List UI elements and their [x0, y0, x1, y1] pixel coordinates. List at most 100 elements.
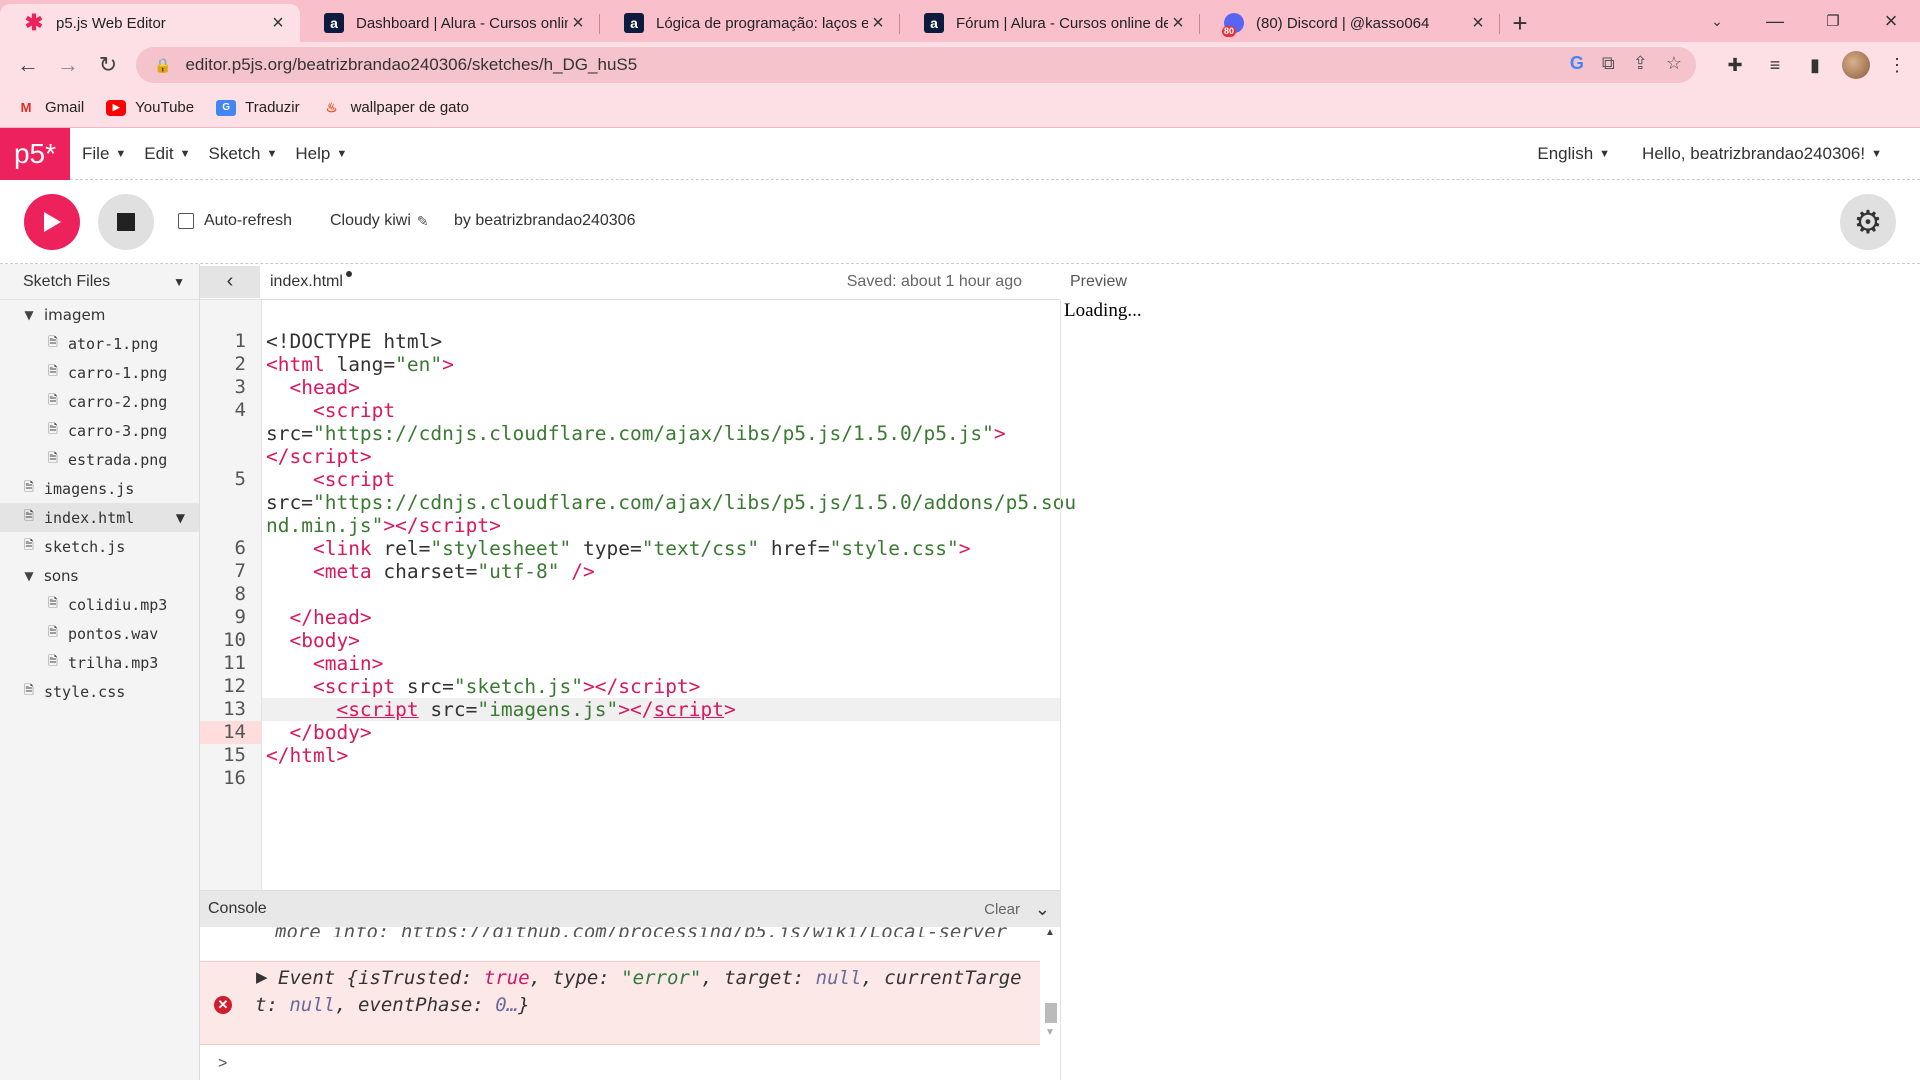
console-scrollbar[interactable]: ▲ ▼: [1040, 927, 1060, 1045]
google-icon[interactable]: G: [1570, 53, 1584, 74]
line-number: 4: [234, 399, 246, 421]
stop-icon: [117, 213, 135, 231]
file-label: imagem: [44, 305, 106, 324]
fire-icon: ♨: [325, 99, 338, 115]
editor-filename: index.html: [270, 270, 352, 291]
side-panel-icon[interactable]: ▮: [1802, 52, 1828, 78]
auto-refresh-toggle[interactable]: Auto-refresh: [178, 212, 292, 230]
tab-alura-dashboard[interactable]: a Dashboard | Alura - Cursos online ×: [300, 4, 600, 42]
file-item[interactable]: 🗎 ator-1.png: [0, 329, 199, 358]
caret-down-icon[interactable]: ▼: [173, 275, 185, 289]
menu-label: Sketch: [208, 143, 261, 163]
restore-icon[interactable]: ❐: [1804, 0, 1862, 42]
chevron-down-icon[interactable]: ⌄: [1035, 899, 1050, 920]
file-item-selected[interactable]: 🗎 index.html ▼: [0, 503, 199, 532]
tab-alura-forum[interactable]: a Fórum | Alura - Cursos online de ×: [900, 4, 1200, 42]
file-item[interactable]: 🗎 style.css: [0, 677, 199, 706]
close-tab-icon[interactable]: ×: [1468, 13, 1488, 33]
bookmark-youtube[interactable]: ▶ YouTube: [106, 99, 194, 116]
extensions-puzzle-icon[interactable]: ✚: [1722, 52, 1748, 78]
bookmark-star-icon[interactable]: ☆: [1666, 53, 1682, 74]
code-line: <html lang="en">: [266, 353, 454, 376]
close-tab-icon[interactable]: ×: [868, 13, 888, 33]
console-prompt[interactable]: >: [218, 1055, 227, 1073]
new-tab-button[interactable]: +: [1500, 4, 1540, 42]
bookmark-wallpaper[interactable]: ♨ wallpaper de gato: [322, 99, 469, 116]
folder-item[interactable]: ▼ sons: [0, 561, 199, 590]
user-menu[interactable]: Hello, beatrizbrandao240306! ▼: [1642, 144, 1882, 164]
sketch-name[interactable]: Cloudy kiwi ✎: [330, 212, 429, 230]
auto-refresh-checkbox[interactable]: [178, 213, 194, 229]
file-item[interactable]: 🗎 sketch.js: [0, 532, 199, 561]
reload-icon[interactable]: ↻: [90, 47, 126, 83]
folder-item[interactable]: ▼ imagem: [0, 300, 199, 329]
language-menu[interactable]: English ▼: [1537, 144, 1610, 164]
bookmark-traduzir[interactable]: G Traduzir: [216, 99, 300, 116]
file-item[interactable]: 🗎 carro-2.png: [0, 387, 199, 416]
close-tab-icon[interactable]: ×: [1168, 13, 1188, 33]
scroll-up-icon[interactable]: ▲: [1045, 927, 1055, 938]
file-item[interactable]: 🗎 imagens.js: [0, 474, 199, 503]
expand-triangle-icon[interactable]: ▶: [256, 968, 268, 986]
address-bar-row: ← → ↻ 🔒 editor.p5js.org/beatrizbrandao24…: [0, 42, 1920, 88]
line-number: 11: [223, 652, 246, 674]
line-number-current: 13: [223, 698, 246, 720]
bookmarks-bar: M Gmail ▶ YouTube G Traduzir ♨ wallpaper…: [0, 88, 1920, 128]
sketch-files-header[interactable]: Sketch Files ▼: [0, 264, 199, 300]
code-line: </head>: [289, 606, 372, 629]
line-number-gutter: 1 2 3 4 5 6 7 8 9 10 11 12 13 14 15 16: [200, 300, 262, 890]
collapse-sidebar-button[interactable]: ‹: [200, 265, 260, 298]
close-tab-icon[interactable]: ×: [568, 13, 588, 33]
sketch-name-text: Cloudy kiwi: [330, 212, 411, 229]
share-icon[interactable]: ⇪: [1633, 53, 1648, 74]
translate-page-icon[interactable]: ⧉: [1602, 53, 1615, 74]
gear-icon: ⚙: [1853, 204, 1883, 240]
forward-icon[interactable]: →: [50, 47, 86, 83]
menu-edit[interactable]: Edit ▼: [144, 144, 190, 164]
preview-loading-text: Loading...: [1064, 300, 1142, 321]
scroll-thumb[interactable]: [1045, 1003, 1057, 1023]
caret-down-icon: ▼: [336, 147, 348, 160]
back-icon[interactable]: ←: [10, 47, 46, 83]
alura-icon: a: [324, 13, 344, 33]
profile-avatar[interactable]: [1842, 51, 1870, 79]
file-options-caret-icon[interactable]: ▼: [176, 511, 185, 525]
tab-discord[interactable]: 80 (80) Discord | @kasso064 ×: [1200, 4, 1500, 42]
code-editor[interactable]: <!DOCTYPE html> <html lang="en"> <head> …: [262, 300, 1076, 890]
file-item[interactable]: 🗎 colidiu.mp3: [0, 590, 199, 619]
tab-alura-logica[interactable]: a Lógica de programação: laços e l ×: [600, 4, 900, 42]
menu-sketch[interactable]: Sketch ▼: [208, 144, 277, 164]
settings-button[interactable]: ⚙: [1840, 194, 1896, 250]
tab-p5-editor[interactable]: ✱ p5.js Web Editor ×: [0, 4, 300, 42]
menu-file[interactable]: File ▼: [82, 144, 126, 164]
scroll-down-icon[interactable]: ▼: [1045, 1027, 1055, 1038]
line-number: 15: [223, 744, 246, 766]
file-item[interactable]: 🗎 trilha.mp3: [0, 648, 199, 677]
preview-divider[interactable]: [1060, 300, 1061, 1080]
close-window-icon[interactable]: ×: [1862, 0, 1920, 42]
p5-asterisk-icon: ✱: [24, 10, 44, 35]
file-item[interactable]: 🗎 estrada.png: [0, 445, 199, 474]
line-number: 10: [223, 629, 246, 651]
kebab-menu-icon[interactable]: ⋮: [1884, 52, 1910, 78]
close-tab-icon[interactable]: ×: [268, 13, 288, 33]
media-controls-icon[interactable]: ≡: [1762, 52, 1788, 78]
pencil-icon[interactable]: ✎: [417, 213, 429, 230]
tab-search-icon[interactable]: ⌄: [1688, 0, 1746, 42]
url-bar[interactable]: 🔒 editor.p5js.org/beatrizbrandao240306/s…: [136, 47, 1696, 83]
caret-down-icon: ▼: [179, 147, 191, 160]
sketch-files-sidebar: Sketch Files ▼ ▼ imagem 🗎 ator-1.png 🗎 c…: [0, 264, 200, 1080]
file-item[interactable]: 🗎 pontos.wav: [0, 619, 199, 648]
minimize-icon[interactable]: —: [1746, 0, 1804, 42]
user-greeting: Hello, beatrizbrandao240306!: [1642, 144, 1866, 163]
file-item[interactable]: 🗎 carro-3.png: [0, 416, 199, 445]
p5-logo[interactable]: p5*: [0, 127, 70, 180]
file-label: colidiu.mp3: [68, 595, 168, 614]
file-icon: 🗎: [24, 683, 34, 697]
stop-button[interactable]: [98, 194, 154, 250]
file-item[interactable]: 🗎 carro-1.png: [0, 358, 199, 387]
play-button[interactable]: [24, 194, 80, 250]
bookmark-gmail[interactable]: M Gmail: [16, 99, 85, 116]
menu-help[interactable]: Help ▼: [295, 144, 347, 164]
console-clear-button[interactable]: Clear: [984, 901, 1020, 918]
